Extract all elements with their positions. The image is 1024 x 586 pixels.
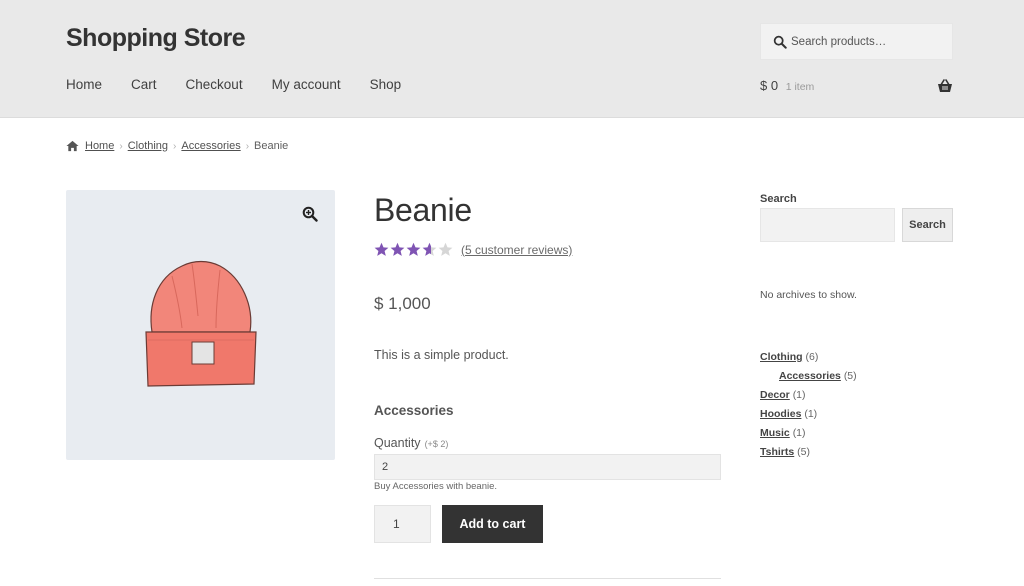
search-icon (773, 35, 787, 49)
primary-nav: Home Cart Checkout My account Shop (66, 77, 430, 92)
category-link[interactable]: Music (760, 427, 790, 439)
star-icon (422, 242, 437, 256)
sidebar-search-input[interactable] (760, 208, 895, 242)
category-link[interactable]: Hoodies (760, 408, 801, 420)
category-list: Clothing (6) Accessories (5) Decor (1) H… (760, 350, 857, 464)
list-item: Decor (1) (760, 388, 857, 407)
cart-count: 1 item (785, 81, 815, 93)
category-count: (6) (805, 351, 819, 363)
short-description: This is a simple product. (374, 348, 509, 362)
nav-shop[interactable]: Shop (370, 77, 402, 92)
category-count: (1) (804, 408, 818, 420)
breadcrumb: Home › Clothing › Accessories › Beanie (66, 140, 288, 152)
search-input[interactable] (791, 33, 941, 51)
addon-quantity-input[interactable] (374, 454, 721, 480)
list-item: Music (1) (760, 426, 857, 445)
nav-cart[interactable]: Cart (131, 77, 157, 92)
star-icon (390, 242, 405, 256)
header-cart[interactable]: $ 0 1 item (760, 78, 814, 93)
breadcrumb-clothing[interactable]: Clothing (128, 140, 168, 152)
star-icon (438, 242, 453, 256)
category-count: (5) (843, 370, 857, 382)
addon-help-text: Buy Accessories with beanie. (374, 481, 498, 492)
breadcrumb-separator: › (173, 140, 177, 152)
addon-quantity-label: Quantity (+$ 2) (374, 436, 448, 450)
product-gallery-image[interactable] (66, 190, 335, 460)
archives-empty-text: No archives to show. (760, 289, 857, 301)
breadcrumb-separator: › (119, 140, 123, 152)
site-title[interactable]: Shopping Store (66, 24, 246, 53)
sidebar-search-title: Search (760, 193, 797, 205)
quantity-label-text: Quantity (374, 436, 421, 450)
nav-checkout[interactable]: Checkout (186, 77, 243, 92)
sidebar-search-button[interactable]: Search (902, 208, 953, 242)
star-rating (374, 242, 453, 257)
breadcrumb-separator: › (245, 140, 250, 152)
breadcrumb-current: Beanie (254, 140, 289, 152)
nav-home[interactable]: Home (66, 77, 102, 92)
category-link[interactable]: Accessories (779, 370, 841, 382)
category-link[interactable]: Clothing (760, 351, 803, 363)
product-search[interactable] (760, 23, 953, 60)
category-count: (5) (797, 446, 810, 458)
list-item: Clothing (6) (760, 350, 857, 369)
list-item: Accessories (5) (760, 369, 857, 388)
list-item: Hoodies (1) (760, 407, 857, 426)
zoom-icon[interactable] (302, 206, 318, 222)
category-count: (1) (792, 427, 806, 439)
category-link[interactable]: Decor (760, 389, 790, 401)
category-link[interactable]: Tshirts (760, 446, 794, 458)
breadcrumb-home[interactable]: Home (85, 140, 114, 152)
site-header: Shopping Store Home Cart Checkout My acc… (0, 0, 1024, 118)
product-title: Beanie (374, 192, 472, 228)
list-item: Tshirts (5) (760, 445, 857, 464)
addon-price: (+$ 2) (424, 439, 449, 449)
customer-reviews-link[interactable]: (5 customer reviews) (461, 243, 572, 257)
quantity-input[interactable] (374, 505, 431, 543)
add-to-cart-button[interactable]: Add to cart (442, 505, 543, 543)
category-count: (1) (792, 389, 806, 401)
product-rating: (5 customer reviews) (374, 242, 572, 257)
cart-total: $ 0 (760, 78, 779, 93)
beanie-image (145, 260, 257, 387)
divider (374, 578, 721, 579)
product-price: $ 1,000 (374, 294, 431, 313)
nav-my-account[interactable]: My account (272, 77, 341, 92)
basket-icon[interactable] (937, 79, 953, 93)
home-icon (66, 140, 79, 152)
star-icon (374, 242, 389, 256)
addon-title: Accessories (374, 403, 454, 418)
star-icon (406, 242, 421, 256)
breadcrumb-accessories[interactable]: Accessories (181, 140, 240, 152)
